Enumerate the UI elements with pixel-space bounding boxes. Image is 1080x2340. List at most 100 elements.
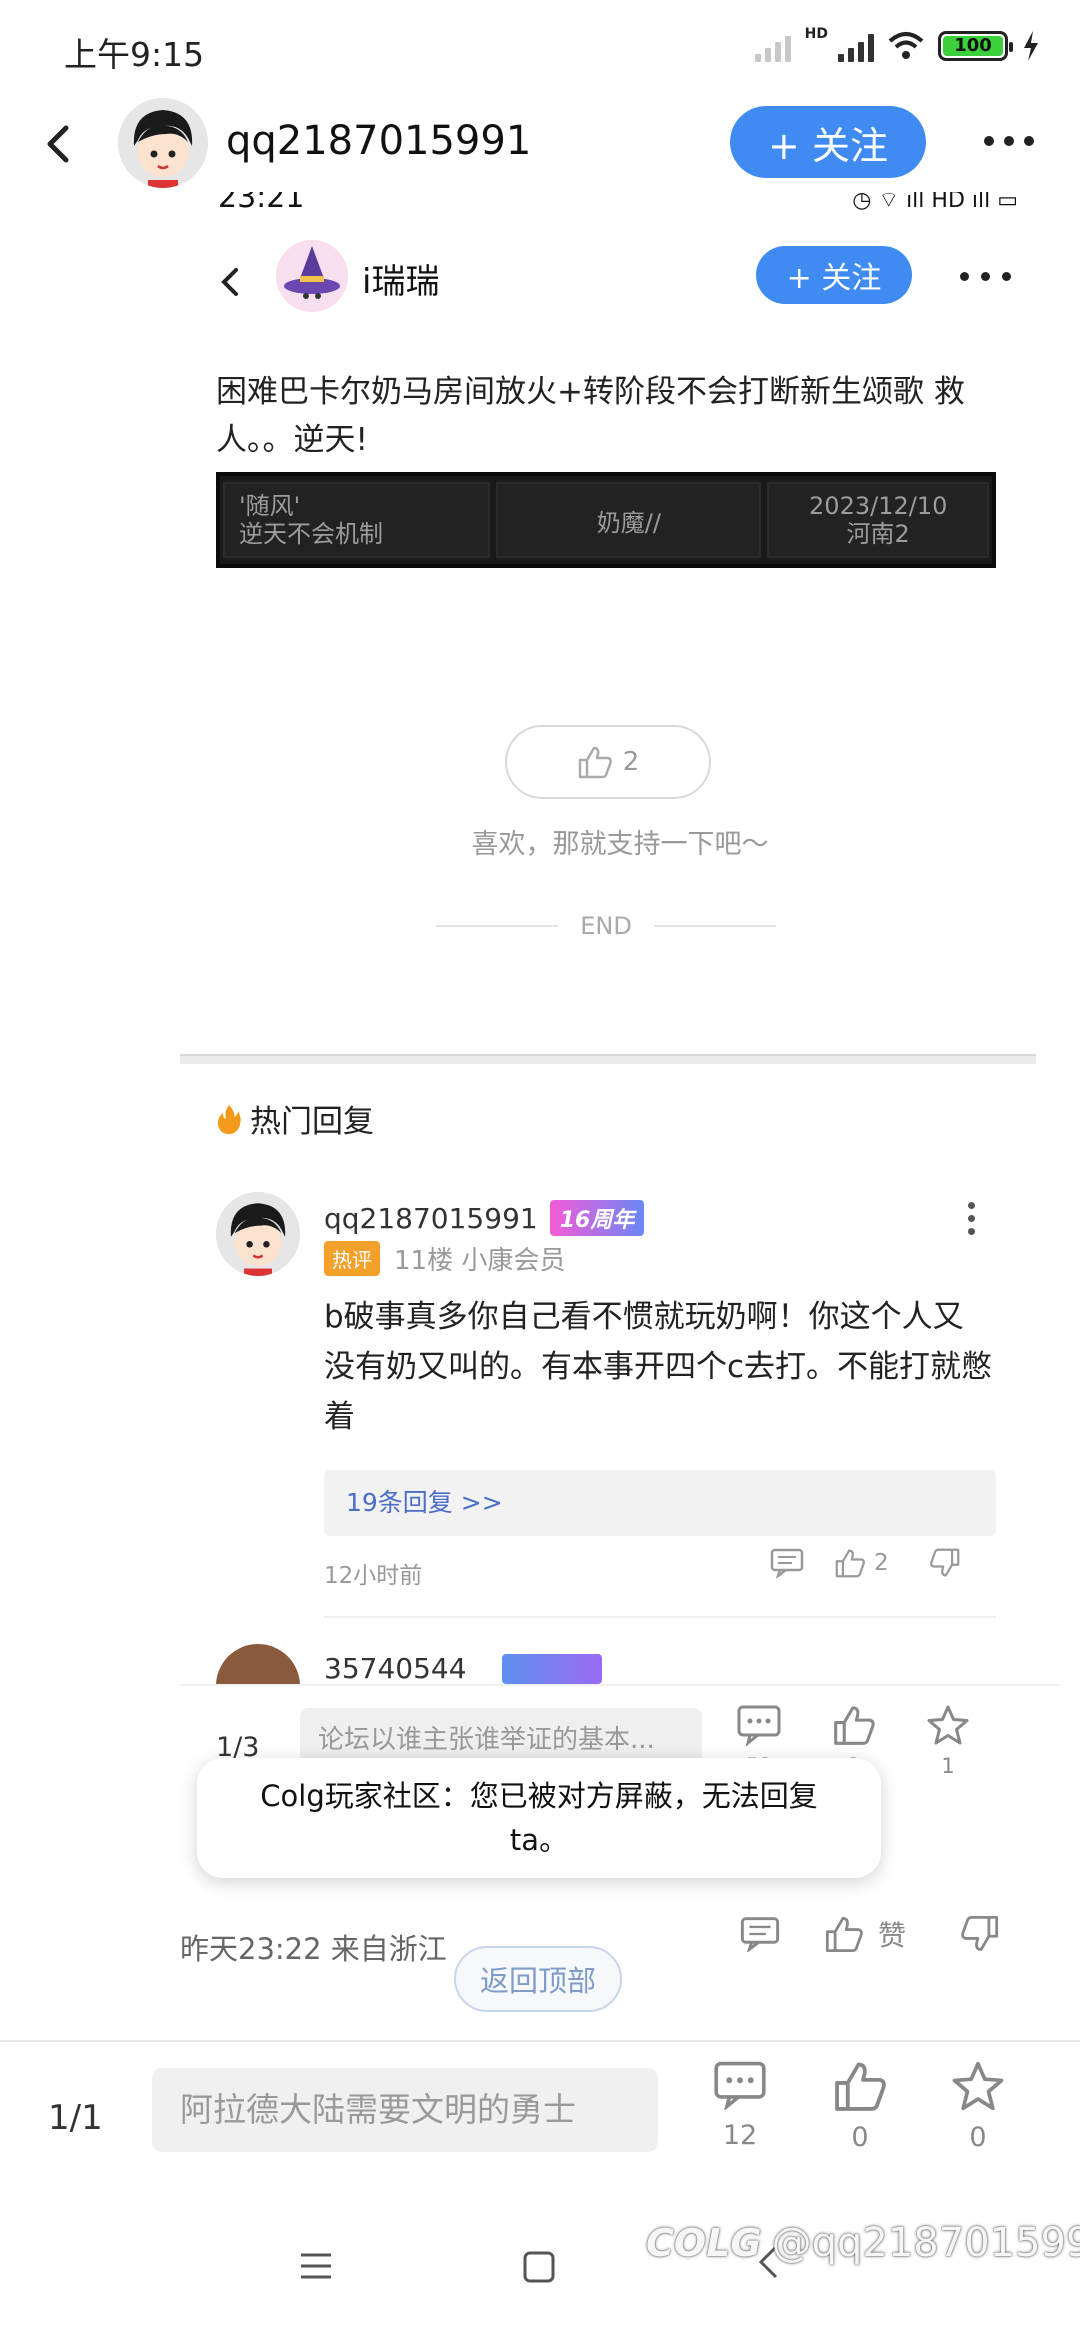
- comment-replies-link: 19条回复 >>: [324, 1470, 996, 1536]
- cartoon-avatar-icon: [216, 1192, 300, 1276]
- more-options-icon: [960, 272, 1011, 281]
- comment-count: 12: [722, 2120, 758, 2151]
- hot-replies-title: 热门回复: [250, 1104, 374, 1140]
- section-divider: [180, 1054, 1036, 1064]
- favorite-action[interactable]: 0: [950, 2060, 1006, 2153]
- support-prompt: 喜欢，那就支持一下吧～: [471, 829, 769, 860]
- comment-time: 12小时前: [324, 1563, 423, 1589]
- like-action[interactable]: 0: [832, 2060, 888, 2153]
- game-screenshot-bar: '随风' 逆天不会机制 奶魔// 2023/12/10 河南2: [216, 472, 996, 568]
- menu-icon[interactable]: [298, 2250, 334, 2282]
- post-footer-row: 昨天23:22 来自浙江 赞: [180, 1900, 1060, 2020]
- post-like-button: 2: [505, 725, 711, 799]
- comment-actions: 2: [770, 1548, 961, 1578]
- game-date-cell: 2023/12/10 河南2: [767, 482, 989, 558]
- star-icon: [927, 1705, 969, 1745]
- home-square-icon[interactable]: [522, 2250, 556, 2284]
- comment-icon[interactable]: [740, 1916, 780, 1952]
- thumbs-up-icon: [835, 2062, 886, 2111]
- thumbs-up-icon: [835, 1549, 865, 1578]
- favorite-count: 0: [969, 2122, 987, 2153]
- embedded-follow-button: + 关注: [756, 246, 912, 304]
- embedded-favorite-action: 1: [926, 1704, 970, 1778]
- witch-hat-icon: [276, 240, 348, 312]
- comment-action[interactable]: 12: [712, 2060, 768, 2151]
- signal-sim1-icon: [754, 30, 791, 62]
- watermark: COLG @qq2187015991: [646, 2220, 1080, 2266]
- top-header: qq2187015991 + 关注: [0, 96, 1080, 192]
- embedded-status-bar: 23:21 ◷ ⌔ ıll HD ıll ▭: [218, 192, 1038, 222]
- thumbs-up-icon: [834, 1706, 875, 1745]
- comment-avatar: [216, 1644, 300, 1684]
- battery-icon: 100: [938, 31, 1013, 61]
- back-arrow-icon: [221, 268, 238, 296]
- end-marker: END: [436, 912, 777, 940]
- embedded-username: i瑞瑞: [362, 262, 440, 302]
- witch-hat-avatar: [276, 240, 348, 312]
- comment-icon: [737, 1705, 781, 1746]
- bottom-reply-bar: 1/1 阿拉德大陆需要文明的勇士 12 0 0: [0, 2040, 1080, 2204]
- comment-like-count: 2: [874, 1550, 889, 1576]
- hot-replies-heading: 热门回复: [216, 1096, 374, 1141]
- status-bar: 上午9:15 HD 100: [0, 0, 1080, 96]
- post-like-button[interactable]: 赞: [824, 1914, 906, 1954]
- post-body: 困难巴卡尔奶马房间放火+转阶段不会打断新生颂歌 救人。。逆天!: [216, 374, 965, 458]
- comment-more-icon: [968, 1202, 975, 1235]
- game-class: 奶魔//: [596, 508, 661, 537]
- hd-icon: HD: [804, 26, 828, 42]
- comment-username: qq2187015991: [324, 1201, 538, 1235]
- star-icon: [952, 2061, 1004, 2111]
- hot-comment-badge: 热评: [324, 1241, 380, 1276]
- comment-separator: [324, 1616, 996, 1618]
- comment-author: qq2187015991 16周年: [324, 1200, 645, 1236]
- avatar[interactable]: [118, 98, 208, 188]
- embedded-status-time: 23:21: [218, 192, 305, 215]
- game-character-cell: '随风' 逆天不会机制: [223, 482, 491, 558]
- page-indicator: 1/1: [48, 2098, 103, 2138]
- anniversary-badge: [502, 1654, 602, 1684]
- embedded-status-icons: ◷ ⌔ ıll HD ıll ▭: [852, 192, 1018, 213]
- thumbs-up-icon: [578, 746, 612, 779]
- more-options-icon[interactable]: [984, 136, 1034, 146]
- follow-button[interactable]: + 关注: [730, 106, 926, 178]
- comment-username: 35740544: [324, 1652, 467, 1684]
- comment-body: b破事真多你自己看不惯就玩奶啊！你这个人又没有奶又叫的。有本事开四个c去打。不能…: [324, 1299, 993, 1435]
- toast-message: Colg玩家社区：您已被对方屏蔽，无法回复ta。: [197, 1758, 881, 1878]
- anniversary-badge: 16周年: [549, 1200, 645, 1236]
- status-time: 上午9:15: [64, 35, 205, 74]
- back-to-top-button[interactable]: 返回顶部: [454, 1946, 622, 2012]
- like-label: 赞: [878, 1919, 907, 1952]
- comment-floor-rank: 11楼 小康会员: [394, 1246, 566, 1276]
- game-date: 2023/12/10: [809, 492, 948, 520]
- status-icons: HD 100: [754, 26, 1040, 62]
- comment-avatar: [216, 1192, 300, 1276]
- game-character-title: 逆天不会机制: [239, 520, 383, 548]
- game-class-cell: 奶魔//: [496, 482, 762, 558]
- game-server: 河南2: [846, 520, 910, 548]
- like-count: 0: [851, 2122, 869, 2153]
- cartoon-avatar-icon: [118, 98, 208, 188]
- post-footer-actions: 赞: [740, 1914, 1000, 1954]
- game-character-name: '随风': [239, 492, 301, 520]
- watermark-handle: @qq2187015991: [771, 2220, 1080, 2266]
- thumbs-down-icon[interactable]: [960, 1915, 1000, 1953]
- colg-logo: COLG: [646, 2221, 762, 2265]
- next-comment-peek: 35740544: [216, 1644, 1036, 1684]
- post-like-count: 2: [622, 747, 640, 777]
- profile-username: qq2187015991: [226, 118, 532, 164]
- battery-level: 100: [943, 36, 1003, 56]
- back-arrow-icon[interactable]: [30, 116, 86, 172]
- embedded-favorite-count: 1: [941, 1754, 955, 1778]
- embedded-header: i瑞瑞 + 关注: [180, 240, 1060, 330]
- flame-icon: [217, 1104, 241, 1134]
- comment-icon: [770, 1548, 804, 1578]
- thumbs-up-icon: [825, 1917, 863, 1953]
- signal-sim2-icon: [838, 30, 874, 62]
- comment-icon: [714, 2061, 766, 2110]
- wifi-icon: [888, 32, 924, 59]
- thumbs-down-icon: [929, 1548, 959, 1577]
- post-time-location: 昨天23:22 来自浙江: [180, 1932, 447, 1966]
- comment-meta: 热评 11楼 小康会员: [324, 1240, 565, 1277]
- charging-icon: [1024, 31, 1038, 61]
- reply-input[interactable]: 阿拉德大陆需要文明的勇士: [152, 2068, 658, 2152]
